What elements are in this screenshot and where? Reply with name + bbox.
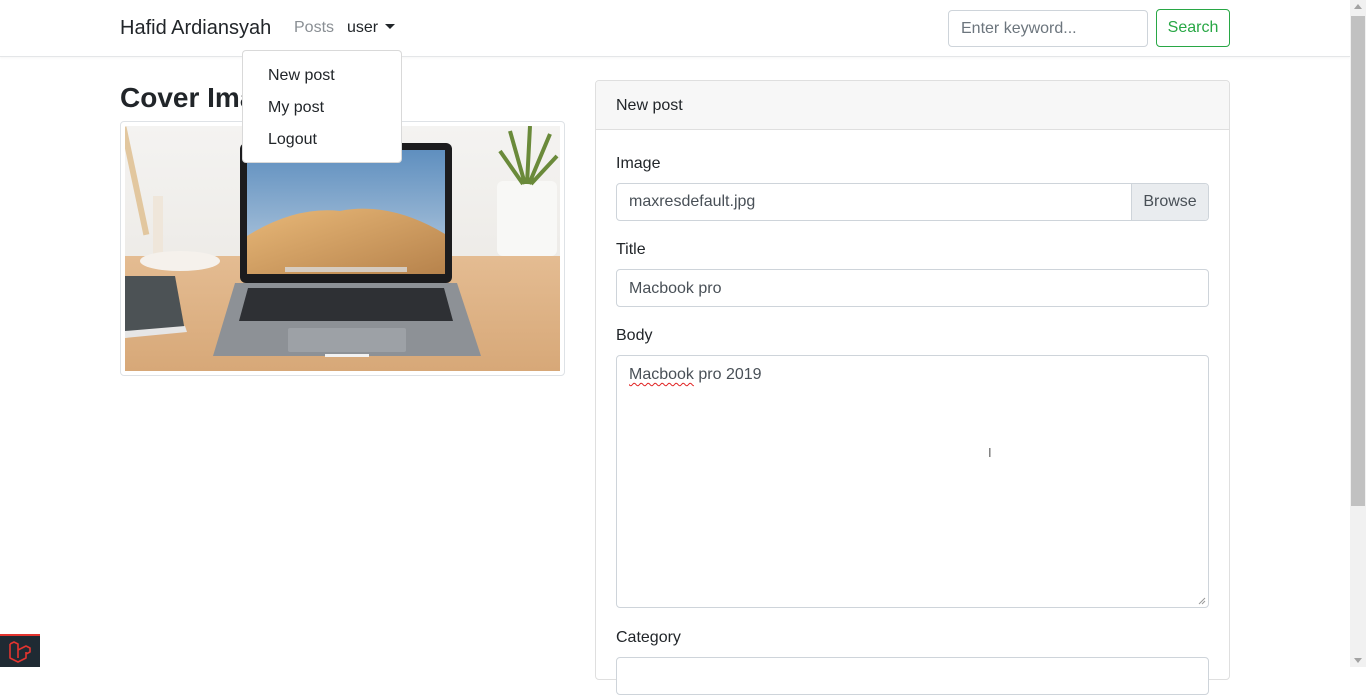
category-select[interactable] xyxy=(616,657,1209,695)
dropdown-item-logout[interactable]: Logout xyxy=(268,131,317,149)
nav-posts-link[interactable]: Posts xyxy=(294,19,334,37)
category-label: Category xyxy=(616,629,681,646)
resize-handle-icon[interactable] xyxy=(1198,597,1206,605)
navbar: Hafid Ardiansyah Posts user Search xyxy=(0,0,1350,57)
text-cursor-icon: I xyxy=(988,445,992,460)
scroll-up-icon[interactable] xyxy=(1354,4,1362,9)
search-button[interactable]: Search xyxy=(1156,9,1230,47)
title-input-value: Macbook pro xyxy=(629,280,722,297)
scrollbar-thumb[interactable] xyxy=(1351,16,1365,506)
dropdown-item-my-post[interactable]: My post xyxy=(268,99,324,117)
body-label: Body xyxy=(616,327,653,344)
title-label: Title xyxy=(616,241,646,258)
card-title: New post xyxy=(616,97,683,114)
caret-down-icon xyxy=(385,24,396,29)
brand-link[interactable]: Hafid Ardiansyah xyxy=(120,17,271,40)
browse-button[interactable]: Browse xyxy=(1131,184,1208,220)
image-file-input[interactable]: maxresdefault.jpg Browse xyxy=(616,183,1209,221)
image-label: Image xyxy=(616,155,661,172)
user-menu-label: user xyxy=(347,19,379,36)
image-file-name: maxresdefault.jpg xyxy=(629,193,756,210)
body-textarea[interactable]: Macbook pro 2019 xyxy=(616,355,1209,608)
new-post-card: New post Image maxresdefault.jpg Browse … xyxy=(595,80,1230,695)
user-menu-toggle[interactable]: user xyxy=(347,19,396,37)
card-header: New post xyxy=(596,81,1229,130)
scroll-down-icon[interactable] xyxy=(1354,658,1362,663)
body-word-misspelled: Macbook xyxy=(629,366,694,383)
search-input[interactable] xyxy=(948,10,1148,47)
user-dropdown-menu: New post My post Logout xyxy=(242,50,402,163)
dropdown-item-new-post[interactable]: New post xyxy=(268,67,335,85)
body-textarea-value: Macbook pro 2019 xyxy=(629,366,762,384)
laravel-logo-icon xyxy=(9,641,31,663)
body-text-rest: pro 2019 xyxy=(693,366,762,383)
title-input[interactable]: Macbook pro xyxy=(616,269,1209,307)
laravel-debugbar-badge[interactable] xyxy=(0,634,40,667)
